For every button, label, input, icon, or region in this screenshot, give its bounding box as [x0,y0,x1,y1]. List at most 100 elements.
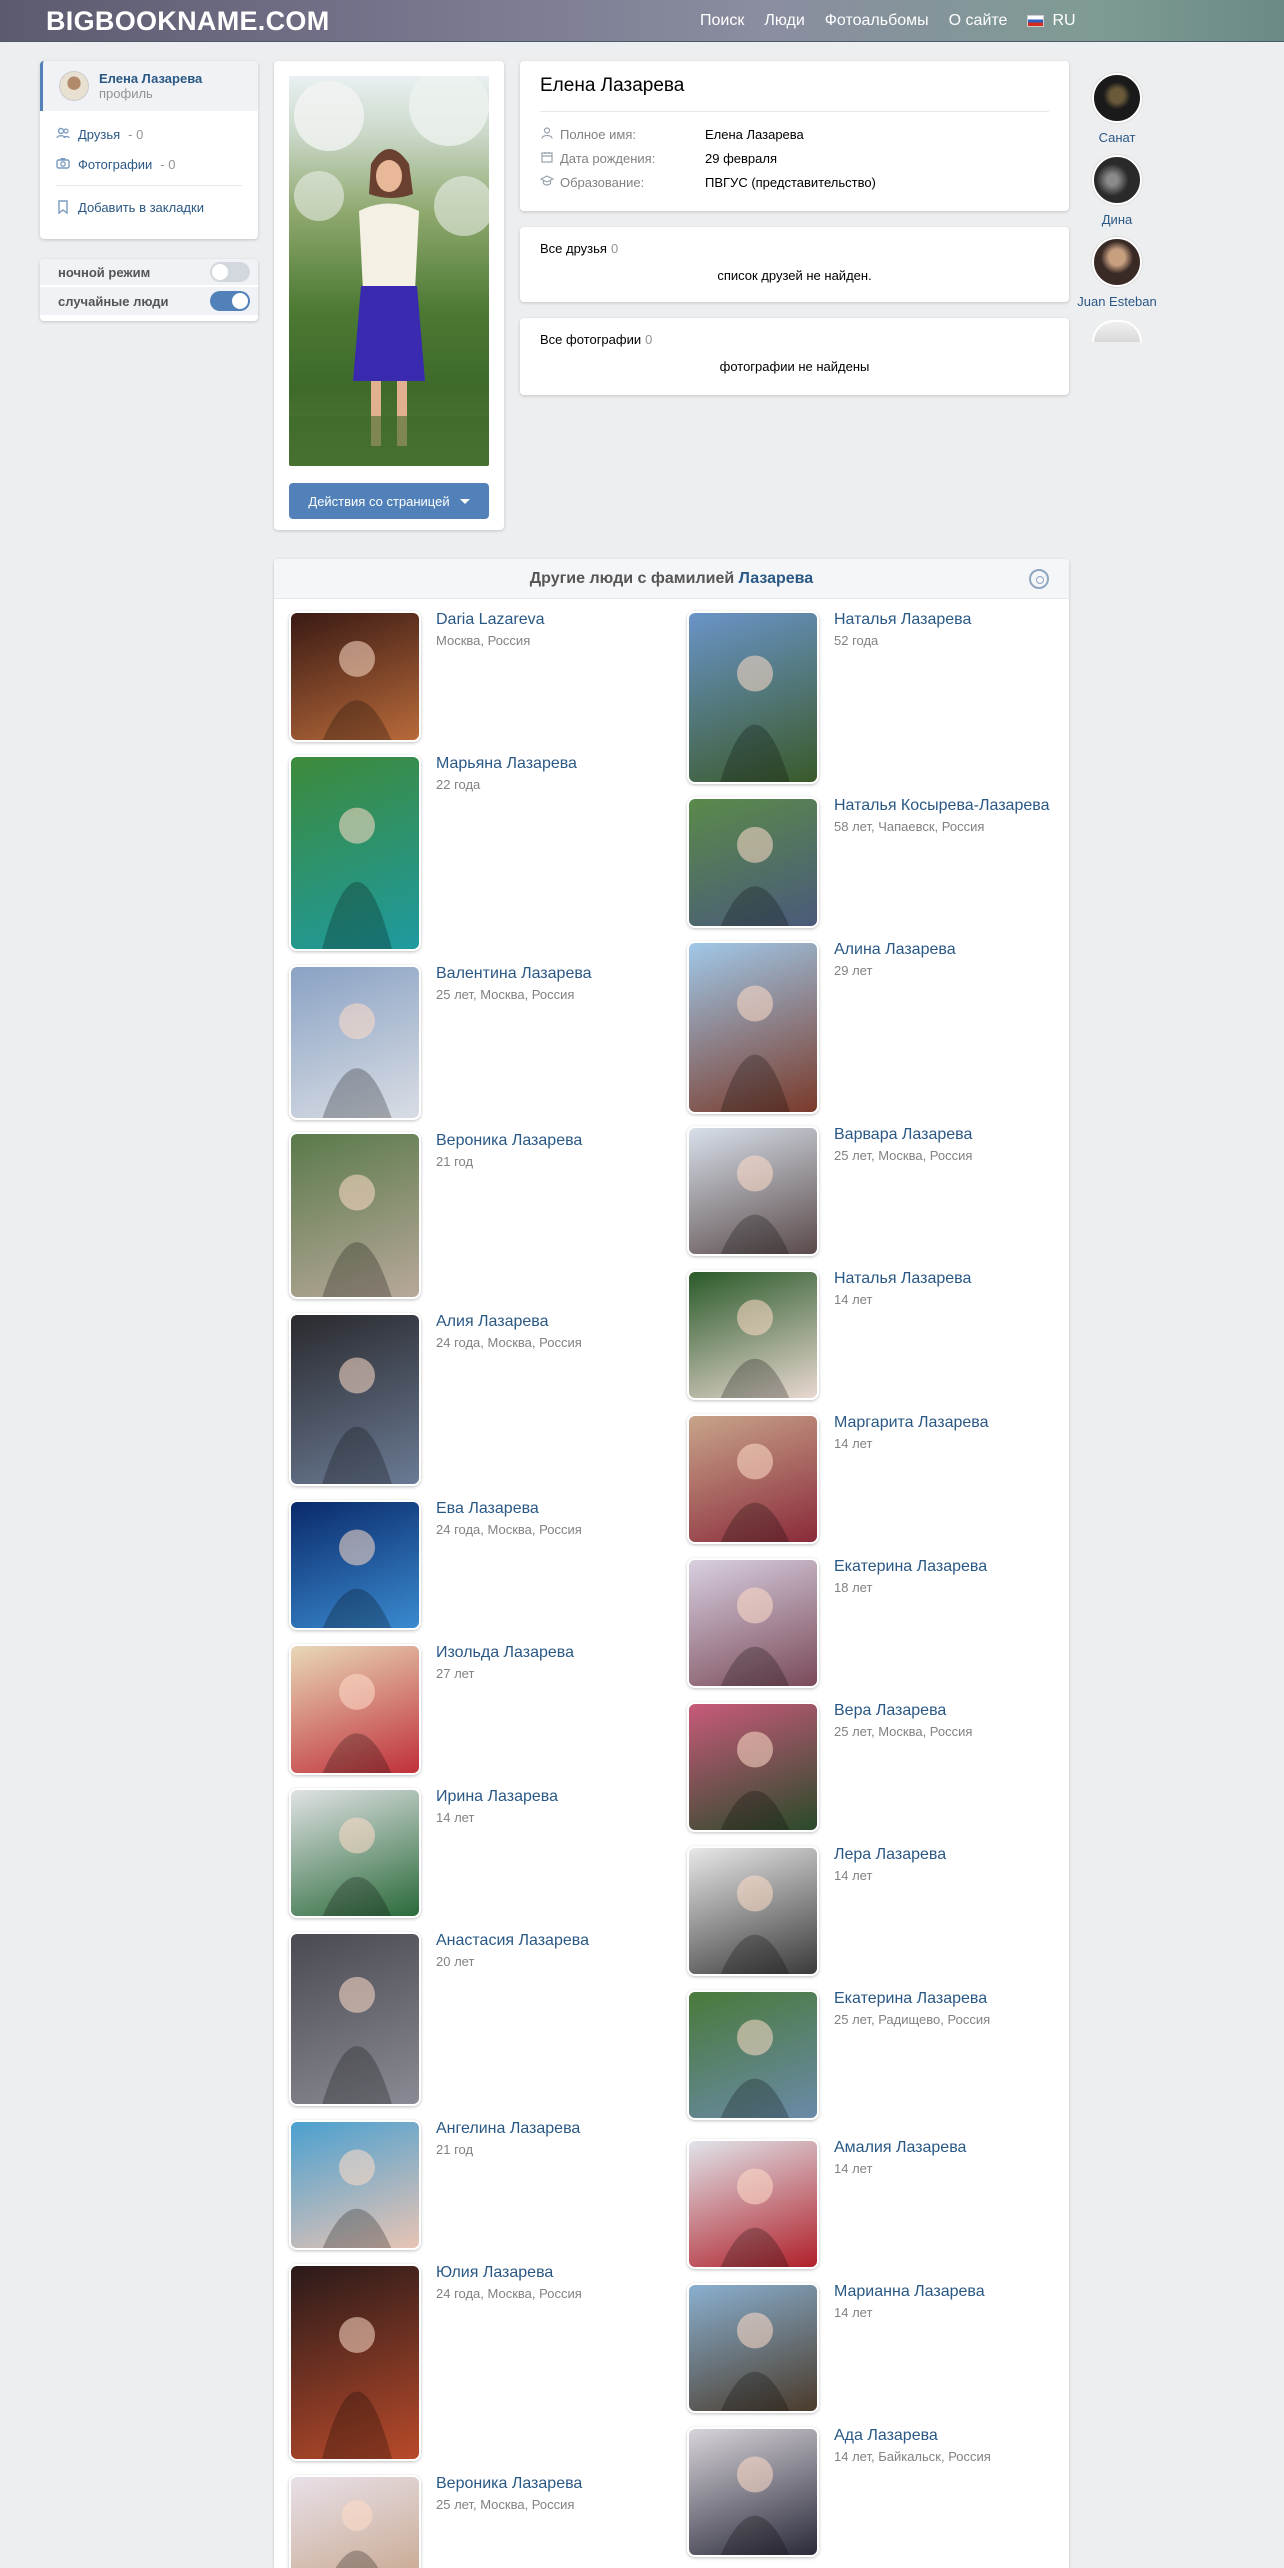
person-photo[interactable] [687,1126,819,1256]
others-title-surname[interactable]: Лазарева [739,570,814,587]
sidebar-item-bookmark[interactable]: Добавить в закладки [40,192,258,222]
person-name[interactable]: Валентина Лазарева [436,965,656,983]
list-item[interactable]: Екатерина Лазарева 18 лет [687,1558,1057,1688]
list-item[interactable]: Ада Лазарева 14 лет, Байкальск, Россия [687,2427,1057,2557]
suggested-name[interactable]: Дина [1067,212,1167,227]
person-photo[interactable] [289,2475,421,2568]
suggested-name[interactable]: Juan Esteban [1067,294,1167,309]
list-item[interactable]: Юлия Лазарева 24 года, Москва, Россия [289,2264,659,2461]
person-name[interactable]: Марьяна Лазарева [436,755,656,773]
list-item[interactable]: Daria Lazareva Москва, Россия [289,611,659,742]
list-item[interactable]: Анастасия Лазарева 20 лет [289,1932,659,2106]
person-photo[interactable] [687,2139,819,2269]
person-photo[interactable] [687,797,819,928]
page-actions-button[interactable]: Действия со страницей [289,483,489,519]
suggested-name[interactable]: Санат [1067,130,1167,145]
list-item[interactable]: Маргарита Лазарева 14 лет [687,1414,1057,1544]
list-item[interactable]: Ева Лазарева 24 года, Москва, Россия [289,1500,659,1630]
list-item[interactable]: Марианна Лазарева 14 лет [687,2283,1057,2413]
profile-photo[interactable] [289,76,489,466]
person-name[interactable]: Юлия Лазарева [436,2264,656,2282]
nav-about[interactable]: О сайте [949,12,1008,30]
person-photo[interactable] [289,1500,421,1630]
photos-block-header[interactable]: Все фотографии 0 [520,318,1069,347]
nav-people[interactable]: Люди [764,12,804,30]
person-photo[interactable] [289,1313,421,1486]
sidebar-profile-link[interactable]: Елена Лазарева профиль [40,61,258,111]
list-item[interactable]: Наталья Лазарева 52 года [687,611,1057,784]
list-item[interactable]: Марьяна Лазарева 22 года [289,755,659,951]
list-item[interactable]: Ирина Лазарева 14 лет [289,1788,659,1918]
list-item[interactable]: Лера Лазарева 14 лет [687,1846,1057,1976]
list-item[interactable]: Ангелина Лазарева 21 год [289,2120,659,2250]
list-item[interactable]: Алина Лазарева 29 лет [687,941,1057,1114]
list-item[interactable]: Варвара Лазарева 25 лет, Москва, Россия [687,1126,1057,1256]
sidebar-item-photos[interactable]: Фотографии - 0 [40,149,258,179]
person-photo[interactable] [687,1846,819,1976]
friends-block-header[interactable]: Все друзья 0 [520,227,1069,256]
list-item[interactable]: Амалия Лазарева 14 лет [687,2139,1057,2269]
person-name[interactable]: Вероника Лазарева [436,1132,656,1150]
list-item[interactable]: Наталья Косырева-Лазарева 58 лет, Чапаевс… [687,797,1057,928]
person-name[interactable]: Лера Лазарева [834,1846,1054,1864]
person-name[interactable]: Ирина Лазарева [436,1788,656,1806]
suggested-avatar[interactable] [1092,155,1142,205]
person-photo[interactable] [687,1270,819,1400]
person-name[interactable]: Наталья Лазарева [834,611,1054,629]
person-photo[interactable] [289,2264,421,2461]
person-name[interactable]: Вероника Лазарева [436,2475,656,2493]
suggested-avatar[interactable] [1092,320,1142,342]
person-name[interactable]: Daria Lazareva [436,611,656,629]
person-photo[interactable] [289,1932,421,2106]
list-item[interactable]: Валентина Лазарева 25 лет, Москва, Россия [289,965,659,1120]
suggested-avatar[interactable] [1092,73,1142,123]
person-photo[interactable] [687,2427,819,2557]
person-name[interactable]: Изольда Лазарева [436,1644,656,1662]
person-name[interactable]: Ева Лазарева [436,1500,656,1518]
list-item[interactable]: Алия Лазарева 24 года, Москва, Россия [289,1313,659,1486]
nav-search[interactable]: Поиск [700,12,744,30]
person-name[interactable]: Анастасия Лазарева [436,1932,656,1950]
person-name[interactable]: Вера Лазарева [834,1702,1054,1720]
settings-gear-icon[interactable] [1029,569,1049,589]
person-photo[interactable] [289,611,421,742]
person-photo[interactable] [687,941,819,1114]
person-photo[interactable] [289,965,421,1120]
person-name[interactable]: Алия Лазарева [436,1313,656,1331]
person-name[interactable]: Ада Лазарева [834,2427,1054,2445]
person-photo[interactable] [687,1990,819,2120]
list-item[interactable]: Вера Лазарева 25 лет, Москва, Россия [687,1702,1057,1832]
list-item[interactable]: Вероника Лазарева 25 лет, Москва, Россия [289,2475,659,2568]
list-item[interactable]: Вероника Лазарева 21 год [289,1132,659,1299]
site-logo[interactable]: BIGBOOKNAME.COM [46,6,330,37]
person-photo[interactable] [687,2283,819,2413]
person-name[interactable]: Наталья Лазарева [834,1270,1054,1288]
suggested-avatar[interactable] [1092,237,1142,287]
nav-albums[interactable]: Фотоальбомы [825,12,929,30]
person-photo[interactable] [289,1788,421,1918]
person-name[interactable]: Марианна Лазарева [834,2283,1054,2301]
person-photo[interactable] [687,611,819,784]
person-photo[interactable] [289,1644,421,1775]
person-name[interactable]: Екатерина Лазарева [834,1558,1054,1576]
person-photo[interactable] [687,1702,819,1832]
person-name[interactable]: Амалия Лазарева [834,2139,1054,2157]
sidebar-item-friends[interactable]: Друзья - 0 [40,119,258,149]
person-name[interactable]: Ангелина Лазарева [436,2120,656,2138]
person-photo[interactable] [289,2120,421,2250]
person-photo[interactable] [687,1414,819,1544]
list-item[interactable]: Наталья Лазарева 14 лет [687,1270,1057,1400]
language-selector[interactable]: RU [1027,12,1076,30]
person-name[interactable]: Варвара Лазарева [834,1126,1054,1144]
person-photo[interactable] [289,755,421,951]
person-name[interactable]: Маргарита Лазарева [834,1414,1054,1432]
night-mode-toggle[interactable] [210,262,250,282]
person-photo[interactable] [289,1132,421,1299]
list-item[interactable]: Изольда Лазарева 27 лет [289,1644,659,1775]
list-item[interactable]: Екатерина Лазарева 25 лет, Радищево, Росс… [687,1990,1057,2120]
person-name[interactable]: Наталья Косырева-Лазарева [834,797,1054,815]
person-photo[interactable] [687,1558,819,1688]
person-name[interactable]: Алина Лазарева [834,941,1054,959]
person-name[interactable]: Екатерина Лазарева [834,1990,1054,2008]
random-people-toggle[interactable] [210,291,250,311]
